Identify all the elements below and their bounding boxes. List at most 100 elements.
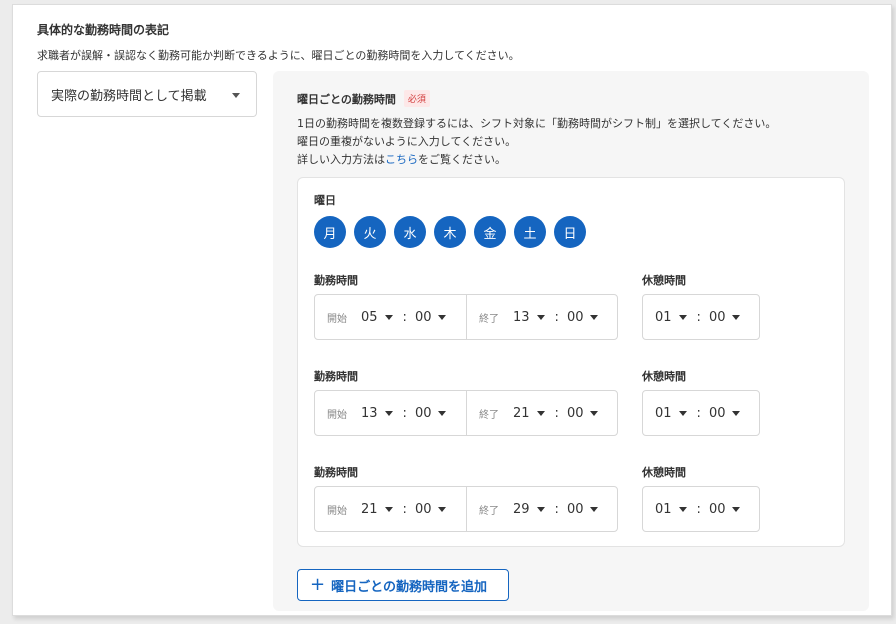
- start-minute-select[interactable]: 00: [415, 310, 447, 325]
- end-time: 終了 29 : 00: [466, 487, 617, 531]
- end-minute-select[interactable]: 00: [567, 310, 599, 325]
- day-mon[interactable]: 月: [314, 216, 346, 248]
- day-tue[interactable]: 火: [354, 216, 386, 248]
- time-colon: :: [554, 405, 559, 421]
- start-time: 開始 13 : 00: [315, 391, 466, 435]
- section-description: 求職者が誤解・誤認なく勤務可能か判断できるように、曜日ごとの勤務時間を入力してく…: [37, 49, 520, 62]
- end-hour-select[interactable]: 21: [513, 406, 545, 421]
- time-colon: :: [554, 501, 559, 517]
- caret-down-icon: [732, 314, 741, 320]
- display-type-select[interactable]: 実際の勤務時間として掲載: [37, 71, 257, 117]
- panel-desc-pre: 詳しい入力方法は: [297, 153, 385, 166]
- day-fri[interactable]: 金: [474, 216, 506, 248]
- time-colon: :: [696, 309, 701, 325]
- caret-down-icon: [438, 410, 447, 416]
- panel-title: 曜日ごとの勤務時間: [297, 92, 396, 106]
- work-time-label: 勤務時間: [314, 466, 358, 479]
- caret-down-icon: [384, 506, 393, 512]
- break-hour-select[interactable]: 01: [655, 502, 687, 517]
- section-title: 具体的な勤務時間の表記: [37, 23, 170, 37]
- caret-down-icon: [384, 314, 393, 320]
- work-time-label: 勤務時間: [314, 274, 358, 287]
- end-hour-select[interactable]: 13: [513, 310, 545, 325]
- panel-heading: 曜日ごとの勤務時間 必須: [297, 90, 430, 107]
- time-colon: :: [402, 405, 407, 421]
- panel-desc-post: をご覧ください。: [418, 153, 506, 166]
- end-minute-select[interactable]: 00: [567, 502, 599, 517]
- caret-down-icon: [536, 506, 545, 512]
- caret-down-icon: [384, 410, 393, 416]
- break-time: 01 : 00: [642, 294, 760, 340]
- end-prefix: 終了: [479, 313, 499, 325]
- day-thu[interactable]: 木: [434, 216, 466, 248]
- caret-down-icon: [678, 506, 687, 512]
- caret-down-icon: [590, 410, 599, 416]
- break-minute-value: 00: [708, 405, 726, 421]
- schedule-row-2: 勤務時間 休憩時間 開始 13 : 00 終了 21 : 00 01: 00: [314, 368, 834, 444]
- start-hour-select[interactable]: 21: [361, 502, 393, 517]
- caret-down-icon: [590, 314, 599, 320]
- display-type-value: 実際の勤務時間として掲載: [51, 88, 207, 104]
- caret-down-icon: [232, 93, 240, 98]
- end-hour-value: 29: [513, 501, 530, 517]
- caret-down-icon: [590, 506, 599, 512]
- start-time: 開始 05 : 00: [315, 295, 466, 339]
- start-hour-select[interactable]: 13: [361, 406, 393, 421]
- help-link[interactable]: こちら: [385, 153, 418, 166]
- caret-down-icon: [678, 314, 687, 320]
- day-wed[interactable]: 水: [394, 216, 426, 248]
- time-colon: :: [402, 309, 407, 325]
- start-minute-select[interactable]: 00: [415, 406, 447, 421]
- day-sat[interactable]: 土: [514, 216, 546, 248]
- days-label: 曜日: [314, 194, 336, 207]
- schedule-card: 曜日 月 火 水 木 金 土 日 勤務時間 休憩時間 開始 05 : 00 終了…: [297, 177, 845, 547]
- day-selector: 月 火 水 木 金 土 日: [314, 216, 586, 248]
- time-colon: :: [554, 309, 559, 325]
- work-time-range: 開始 21 : 00 終了 29 : 00: [314, 486, 618, 532]
- schedule-row-3: 勤務時間 休憩時間 開始 21 : 00 終了 29 : 00 01: 00: [314, 464, 834, 540]
- form-card: 具体的な勤務時間の表記 求職者が誤解・誤認なく勤務可能か判断できるように、曜日ご…: [12, 4, 892, 616]
- start-hour-select[interactable]: 05: [361, 310, 393, 325]
- start-hour-value: 21: [361, 501, 378, 517]
- break-minute-select[interactable]: 00: [709, 406, 741, 421]
- break-hour-select[interactable]: 01: [655, 406, 687, 421]
- end-hour-select[interactable]: 29: [513, 502, 545, 517]
- end-minute-value: 00: [566, 309, 584, 325]
- break-hour-value: 01: [655, 405, 672, 421]
- add-weekday-hours-button[interactable]: + 曜日ごとの勤務時間を追加: [297, 569, 509, 601]
- start-time: 開始 21 : 00: [315, 487, 466, 531]
- break-minute-select[interactable]: 00: [709, 502, 741, 517]
- start-hour-value: 05: [361, 309, 378, 325]
- caret-down-icon: [732, 410, 741, 416]
- break-minute-select[interactable]: 00: [709, 310, 741, 325]
- start-prefix: 開始: [327, 505, 347, 517]
- end-prefix: 終了: [479, 505, 499, 517]
- break-hour-value: 01: [655, 501, 672, 517]
- start-minute-value: 00: [414, 501, 432, 517]
- break-hour-select[interactable]: 01: [655, 310, 687, 325]
- end-time: 終了 21 : 00: [466, 391, 617, 435]
- start-prefix: 開始: [327, 409, 347, 421]
- break-minute-value: 00: [708, 501, 726, 517]
- time-colon: :: [402, 501, 407, 517]
- work-time-range: 開始 05 : 00 終了 13 : 00: [314, 294, 618, 340]
- caret-down-icon: [536, 410, 545, 416]
- caret-down-icon: [536, 314, 545, 320]
- end-minute-select[interactable]: 00: [567, 406, 599, 421]
- end-time: 終了 13 : 00: [466, 295, 617, 339]
- start-minute-select[interactable]: 00: [415, 502, 447, 517]
- work-time-range: 開始 13 : 00 終了 21 : 00: [314, 390, 618, 436]
- end-prefix: 終了: [479, 409, 499, 421]
- break-time-label: 休憩時間: [642, 370, 686, 383]
- break-hour-value: 01: [655, 309, 672, 325]
- work-time-label: 勤務時間: [314, 370, 358, 383]
- plus-icon: +: [310, 574, 326, 595]
- start-prefix: 開始: [327, 313, 347, 325]
- break-time: 01 : 00: [642, 486, 760, 532]
- panel-desc-line1: 1日の勤務時間を複数登録するには、シフト対象に「勤務時間がシフト制」を選択してく…: [297, 117, 777, 130]
- day-sun[interactable]: 日: [554, 216, 586, 248]
- break-time: 01 : 00: [642, 390, 760, 436]
- break-time-label: 休憩時間: [642, 466, 686, 479]
- start-hour-value: 13: [361, 405, 378, 421]
- end-minute-value: 00: [566, 405, 584, 421]
